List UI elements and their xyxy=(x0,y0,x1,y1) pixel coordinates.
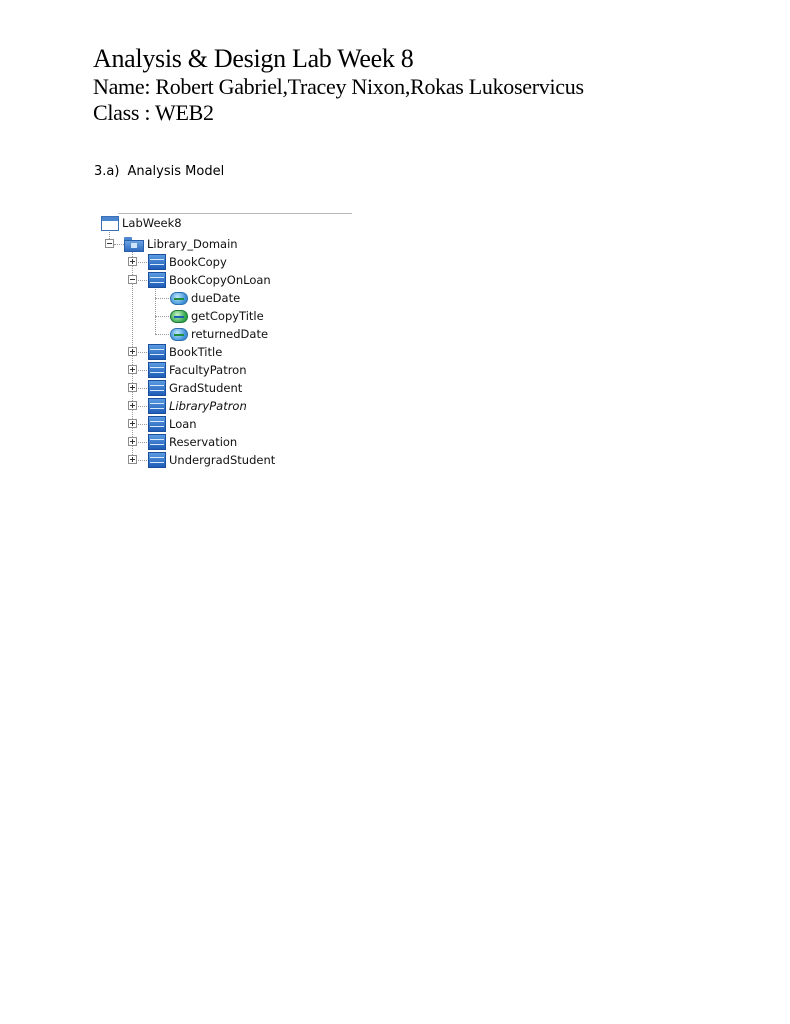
tree-item-attribute[interactable]: dueDate xyxy=(170,290,240,306)
document-title: Analysis & Design Lab Week 8 xyxy=(93,44,414,73)
section-number: 3.a) xyxy=(94,164,120,179)
tree-item-label: UndergradStudent xyxy=(169,453,276,467)
attribute-icon xyxy=(170,291,188,305)
operation-icon xyxy=(170,309,188,323)
tree-item-class[interactable]: BookCopyOnLoan xyxy=(148,272,271,288)
tree-item-label: BookCopy xyxy=(169,255,227,269)
class-icon xyxy=(148,452,166,468)
tree-item-class[interactable]: Loan xyxy=(148,416,197,432)
class-icon xyxy=(148,362,166,378)
tree-connector xyxy=(138,262,147,263)
tree-item-label: BookTitle xyxy=(169,345,223,359)
class-icon xyxy=(148,398,166,414)
expand-toggle[interactable] xyxy=(128,383,137,392)
tree-item-label: FacultyPatron xyxy=(169,363,247,377)
panel-divider xyxy=(118,213,352,214)
tree-item-attribute[interactable]: returnedDate xyxy=(170,326,268,342)
tree-connector xyxy=(138,370,147,371)
class-icon xyxy=(148,272,166,288)
class-icon xyxy=(148,416,166,432)
tree-connector xyxy=(138,442,147,443)
model-tree-screenshot: LabWeek8 Library_Domain BookCopy BookCop… xyxy=(100,212,352,472)
class-icon xyxy=(148,434,166,450)
expand-toggle[interactable] xyxy=(128,347,137,356)
tree-item-root[interactable]: LabWeek8 xyxy=(101,215,182,231)
tree-connector xyxy=(114,244,124,245)
class-icon xyxy=(148,380,166,396)
tree-item-label: getCopyTitle xyxy=(191,309,264,323)
attribute-icon xyxy=(170,327,188,341)
tree-connector xyxy=(155,286,156,334)
tree-connector xyxy=(138,406,147,407)
collapse-toggle[interactable] xyxy=(128,275,137,284)
tree-connector xyxy=(155,298,169,299)
tree-connector xyxy=(138,388,147,389)
class-icon xyxy=(148,254,166,270)
tree-connector xyxy=(138,280,147,281)
expand-toggle[interactable] xyxy=(128,437,137,446)
expand-toggle[interactable] xyxy=(128,365,137,374)
tree-item-class[interactable]: BookTitle xyxy=(148,344,222,360)
tree-connector xyxy=(155,316,169,317)
class-icon xyxy=(148,344,166,360)
tree-item-label: GradStudent xyxy=(169,381,243,395)
expand-toggle[interactable] xyxy=(128,455,137,464)
expand-toggle[interactable] xyxy=(128,401,137,410)
tree-item-operation[interactable]: getCopyTitle xyxy=(170,308,264,324)
tree-item-class[interactable]: LibraryPatron xyxy=(148,398,247,414)
tree-connector xyxy=(138,460,147,461)
tree-item-label: Loan xyxy=(169,417,197,431)
tree-item-label: dueDate xyxy=(191,291,241,305)
tree-item-class[interactable]: GradStudent xyxy=(148,380,242,396)
tree-connector xyxy=(138,352,147,353)
tree-item-class[interactable]: UndergradStudent xyxy=(148,452,275,468)
collapse-toggle[interactable] xyxy=(105,239,114,248)
tree-item-label: LabWeek8 xyxy=(122,216,182,230)
tree-connector xyxy=(155,334,169,335)
tree-item-class[interactable]: FacultyPatron xyxy=(148,362,247,378)
project-icon xyxy=(101,215,119,231)
tree-item-label: LibraryPatron xyxy=(169,399,247,413)
section-title: Analysis Model xyxy=(127,164,225,179)
tree-item-class[interactable]: Reservation xyxy=(148,434,237,450)
tree-item-label: returnedDate xyxy=(191,327,269,341)
class-line: Class : WEB2 xyxy=(93,100,214,125)
tree-connector xyxy=(138,424,147,425)
section-heading: 3.a) Analysis Model xyxy=(94,163,224,181)
tree-item-package[interactable]: Library_Domain xyxy=(124,236,238,252)
document-header: Analysis & Design Lab Week 8 Name: Rober… xyxy=(93,44,584,126)
tree-item-label: Reservation xyxy=(169,435,238,449)
tree-item-label: BookCopyOnLoan xyxy=(169,273,271,287)
tree-item-class[interactable]: BookCopy xyxy=(148,254,227,270)
expand-toggle[interactable] xyxy=(128,419,137,428)
expand-toggle[interactable] xyxy=(128,257,137,266)
tree-item-label: Library_Domain xyxy=(147,237,238,251)
author-names: Name: Robert Gabriel,Tracey Nixon,Rokas … xyxy=(93,74,584,99)
package-icon xyxy=(124,236,144,252)
